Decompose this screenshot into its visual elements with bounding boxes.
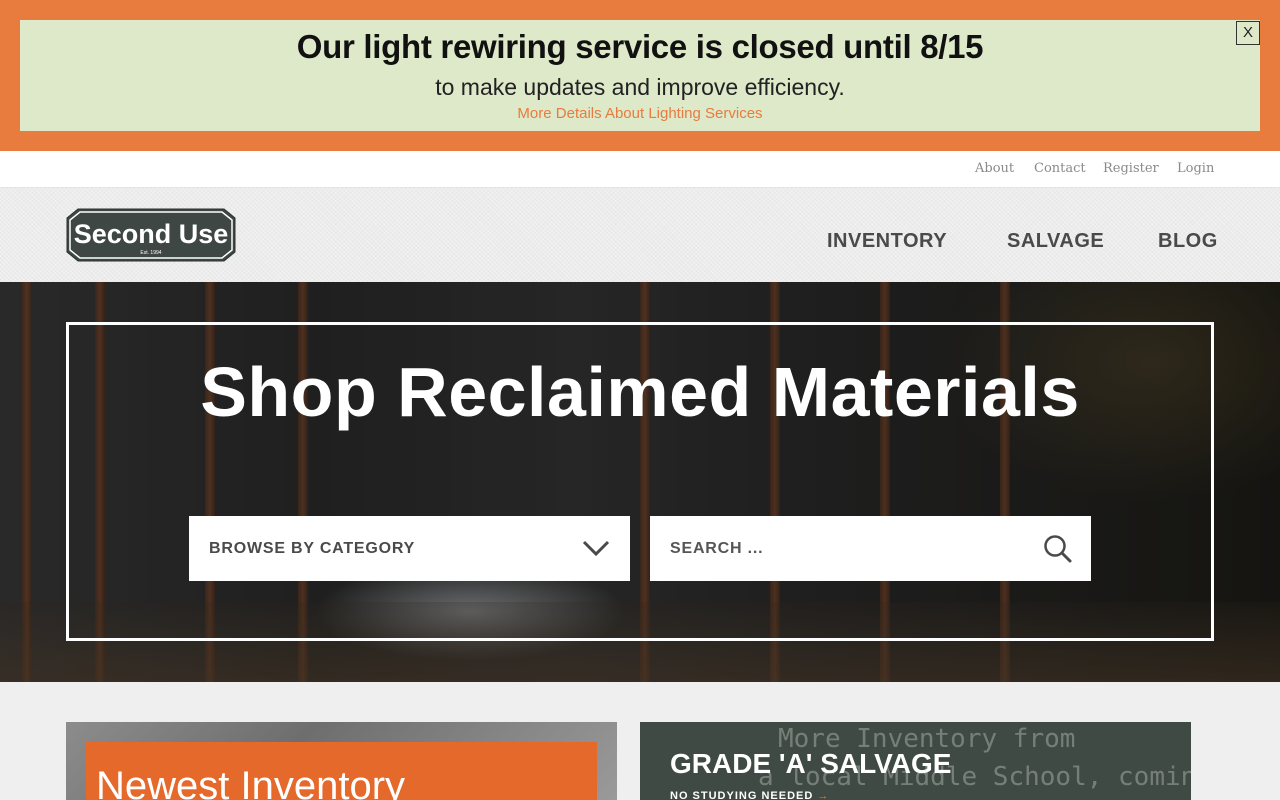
search-input[interactable]: [650, 516, 1030, 581]
hero-section: Shop Reclaimed Materials BROWSE BY CATEG…: [0, 282, 1280, 682]
category-select[interactable]: BROWSE BY CATEGORY: [189, 516, 630, 581]
newest-inventory-title: Newest Inventory: [96, 764, 406, 800]
alert-subtitle: to make updates and improve efficiency.: [435, 74, 845, 100]
utility-bar: About Contact Register Login: [0, 151, 1280, 188]
grade-a-salvage-card[interactable]: More Inventory from a local Middle Schoo…: [640, 722, 1191, 800]
site-header: Second Use Est. 1994 INVENTORY SALVAGE B…: [0, 188, 1280, 282]
grade-a-salvage-title: GRADE 'A' SALVAGE: [670, 748, 952, 779]
util-link-about[interactable]: About: [975, 161, 1014, 176]
arrow-right-icon: →: [817, 790, 830, 800]
util-link-register[interactable]: Register: [1103, 161, 1159, 176]
hero-title: Shop Reclaimed Materials: [200, 353, 1080, 431]
alert-banner: Our light rewiring service is closed unt…: [0, 0, 1280, 151]
grade-a-salvage-subtitle: NO STUDYING NEEDED →: [670, 790, 829, 800]
newest-inventory-card[interactable]: Newest Inventory: [66, 722, 617, 800]
search-box: [650, 516, 1091, 581]
search-icon[interactable]: [1043, 534, 1073, 564]
grade-a-salvage-subtitle-text: NO STUDYING NEEDED: [670, 790, 814, 800]
nav-inventory[interactable]: INVENTORY: [827, 230, 947, 253]
alert-close-button[interactable]: X: [1236, 21, 1260, 45]
alert-panel: Our light rewiring service is closed unt…: [20, 20, 1260, 131]
lighting-details-link[interactable]: More Details About Lighting Services: [20, 105, 1260, 122]
chevron-down-icon: [582, 540, 610, 557]
alert-title: Our light rewiring service is closed unt…: [296, 28, 984, 65]
category-select-label: BROWSE BY CATEGORY: [209, 540, 416, 557]
logo-text: Second Use: [74, 219, 229, 249]
util-link-contact[interactable]: Contact: [1034, 161, 1086, 176]
logo-tagline: Est. 1994: [140, 250, 161, 256]
nav-blog[interactable]: BLOG: [1158, 230, 1218, 253]
util-link-login[interactable]: Login: [1177, 161, 1214, 176]
second-use-logo: Second Use Est. 1994: [66, 208, 236, 262]
nav-salvage[interactable]: SALVAGE: [1007, 230, 1104, 253]
